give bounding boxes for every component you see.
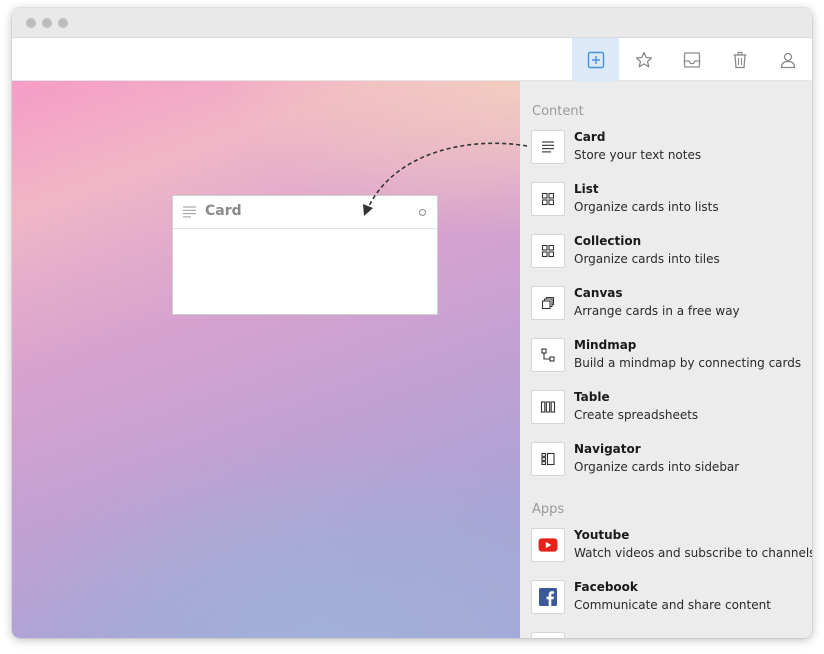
- content-item-collection[interactable]: Collection Organize cards into tiles: [531, 234, 812, 282]
- window-zoom-dot[interactable]: [58, 18, 68, 28]
- content-item-card[interactable]: Card Store your text notes: [531, 130, 812, 178]
- user-icon: [780, 52, 795, 68]
- trash-button[interactable]: [716, 38, 763, 81]
- item-title: Collection: [574, 234, 642, 248]
- text-lines-icon: [183, 206, 196, 218]
- plus-icon: [587, 51, 604, 68]
- note-card[interactable]: Card: [172, 195, 438, 315]
- mindmap-icon: [541, 348, 555, 362]
- item-description: Create spreadsheets: [574, 408, 699, 422]
- item-description: Build a mindmap by connecting cards: [574, 356, 802, 370]
- card-header: Card: [173, 196, 437, 229]
- item-description: Organize cards into sidebar: [574, 460, 740, 474]
- trash-icon: [733, 51, 746, 68]
- item-description: Arrange cards in a free way: [574, 304, 740, 318]
- toolbar: [12, 38, 812, 81]
- text-lines-icon: [542, 141, 554, 153]
- inbox-button[interactable]: [668, 38, 715, 81]
- content-item-navigator[interactable]: Navigator Organize cards into sidebar: [531, 442, 812, 490]
- item-title: Youtube: [574, 528, 630, 542]
- content-item-list[interactable]: List Organize cards into lists: [531, 182, 812, 230]
- apps-section-title: Apps: [532, 502, 565, 517]
- item-description: Store your text notes: [574, 148, 702, 162]
- item-title: Navigator: [574, 442, 641, 456]
- grid-icon: [541, 192, 555, 206]
- window-minimize-dot[interactable]: [42, 18, 52, 28]
- youtube-icon: [538, 538, 558, 552]
- content-item-canvas[interactable]: Canvas Arrange cards in a free way: [531, 286, 812, 334]
- app-item-partial[interactable]: [531, 632, 812, 638]
- app-window: Card Content Card Store your text notes: [12, 8, 812, 638]
- item-title: Table: [574, 390, 610, 404]
- item-description: Communicate and share content: [574, 598, 771, 612]
- stacked-squares-icon: [541, 296, 555, 310]
- item-title: List: [574, 182, 599, 196]
- card-title[interactable]: Card: [205, 203, 242, 219]
- inbox-icon: [683, 51, 700, 68]
- item-title: Card: [574, 130, 606, 144]
- window-close-dot[interactable]: [26, 18, 36, 28]
- grid-icon: [541, 244, 555, 258]
- profile-button[interactable]: [764, 38, 811, 81]
- add-content-panel: Content Card Store your text notes List …: [520, 81, 812, 638]
- card-options-circle[interactable]: [419, 209, 426, 216]
- item-description: Organize cards into tiles: [574, 252, 720, 266]
- item-title: Canvas: [574, 286, 623, 300]
- item-description: Watch videos and subscribe to channels: [574, 546, 812, 560]
- title-bar: [12, 8, 812, 38]
- facebook-icon: [539, 588, 557, 606]
- app-item-youtube[interactable]: Youtube Watch videos and subscribe to ch…: [531, 528, 812, 576]
- favorite-button[interactable]: [620, 38, 667, 81]
- content-item-mindmap[interactable]: Mindmap Build a mindmap by connecting ca…: [531, 338, 812, 386]
- sidebar-icon: [541, 452, 555, 466]
- add-button[interactable]: [572, 38, 619, 81]
- star-icon: [635, 51, 652, 67]
- item-description: Organize cards into lists: [574, 200, 719, 214]
- columns-icon: [540, 401, 556, 413]
- content-section-title: Content: [532, 104, 584, 119]
- content-item-table[interactable]: Table Create spreadsheets: [531, 390, 812, 438]
- item-title: Mindmap: [574, 338, 637, 352]
- app-item-facebook[interactable]: Facebook Communicate and share content: [531, 580, 812, 628]
- item-title: Facebook: [574, 580, 638, 594]
- workspace-canvas[interactable]: Card: [12, 81, 520, 638]
